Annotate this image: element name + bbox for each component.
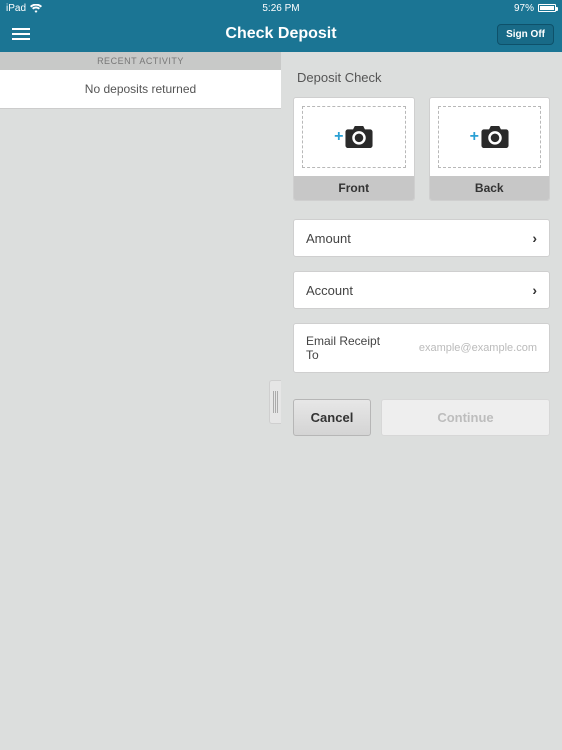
amount-label: Amount — [306, 231, 351, 246]
content: RECENT ACTIVITY No deposits returned Dep… — [0, 52, 562, 750]
device-label: iPad — [6, 3, 26, 14]
battery-pct: 97% — [514, 3, 534, 14]
menu-icon[interactable] — [8, 24, 34, 44]
plus-icon: + — [334, 128, 343, 146]
battery-icon — [538, 4, 556, 12]
signoff-button[interactable]: Sign Off — [497, 24, 554, 45]
account-label: Account — [306, 283, 353, 298]
deposit-section-title: Deposit Check — [297, 70, 550, 85]
camera-icon — [481, 126, 509, 148]
status-right: 97% — [514, 3, 556, 14]
chevron-right-icon: › — [532, 230, 537, 246]
button-row: Cancel Continue — [293, 399, 550, 436]
account-row[interactable]: Account › — [293, 271, 550, 309]
plus-icon: + — [470, 128, 479, 146]
status-left: iPad — [6, 3, 42, 14]
nav-bar: Check Deposit Sign Off — [0, 16, 562, 52]
amount-row[interactable]: Amount › — [293, 219, 550, 257]
recent-activity-empty: No deposits returned — [0, 70, 281, 109]
left-panel: RECENT ACTIVITY No deposits returned — [0, 52, 281, 750]
capture-back[interactable]: + Back — [429, 97, 551, 201]
status-bar: iPad 5:26 PM 97% — [0, 0, 562, 16]
capture-front[interactable]: + Front — [293, 97, 415, 201]
capture-front-label: Front — [294, 176, 414, 200]
cancel-button[interactable]: Cancel — [293, 399, 371, 436]
recent-activity-header: RECENT ACTIVITY — [0, 52, 281, 70]
page-title: Check Deposit — [225, 25, 336, 43]
capture-row: + Front + Back — [293, 97, 550, 201]
email-row: Email Receipt To — [293, 323, 550, 373]
chevron-right-icon: › — [532, 282, 537, 298]
panel-grip[interactable] — [269, 380, 281, 424]
capture-back-label: Back — [430, 176, 550, 200]
continue-button: Continue — [381, 399, 550, 436]
camera-icon — [345, 126, 373, 148]
status-time: 5:26 PM — [262, 3, 299, 14]
capture-back-area: + — [438, 106, 542, 168]
email-label: Email Receipt To — [306, 334, 387, 362]
capture-front-area: + — [302, 106, 406, 168]
wifi-icon — [30, 4, 42, 13]
email-input[interactable] — [395, 342, 537, 354]
right-panel: Deposit Check + Front + Back — [281, 52, 562, 750]
